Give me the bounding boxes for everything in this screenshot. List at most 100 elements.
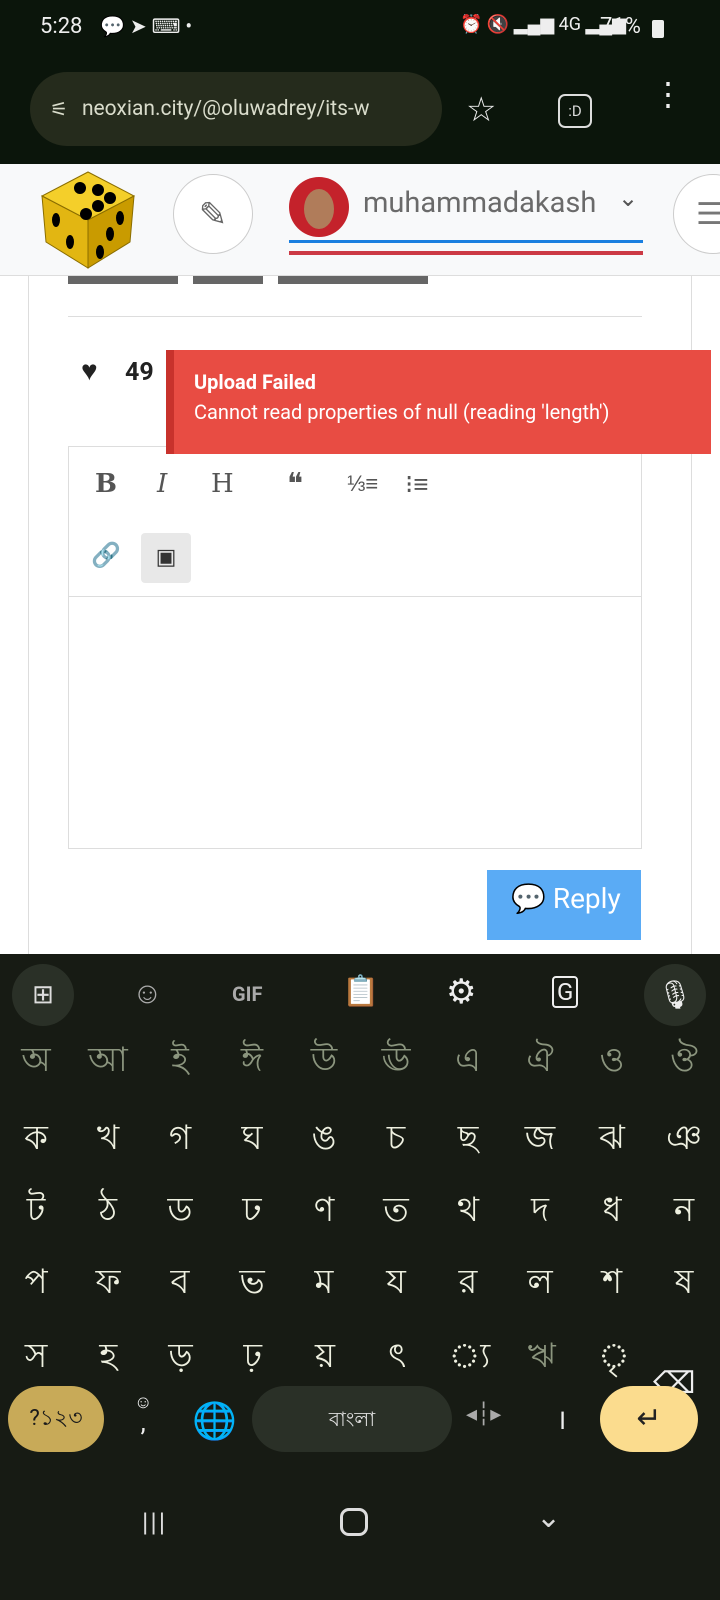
key[interactable]: ণ bbox=[289, 1184, 359, 1241]
key[interactable]: ড় bbox=[146, 1330, 216, 1387]
site-logo-dice[interactable] bbox=[40, 170, 136, 270]
apps-grid-icon[interactable]: ⊞ bbox=[12, 964, 74, 1026]
hamburger-icon: ☰ bbox=[696, 197, 720, 232]
key[interactable]: শ bbox=[577, 1256, 647, 1313]
key[interactable]: ৎ bbox=[362, 1330, 432, 1387]
unordered-list-icon[interactable]: ⁝≡ bbox=[405, 469, 428, 500]
menu-button[interactable]: ☰ bbox=[673, 174, 720, 254]
address-bar[interactable]: ⚟ neoxian.city/@oluwadrey/its-w bbox=[30, 72, 442, 146]
more-menu-icon[interactable]: ⋮ bbox=[652, 78, 684, 110]
key[interactable]: ঐ bbox=[505, 1034, 575, 1091]
home-icon[interactable] bbox=[340, 1508, 368, 1536]
cursor-move-icon[interactable]: ◂┆▸ bbox=[466, 1402, 501, 1427]
clipboard-icon[interactable]: 📋 bbox=[342, 974, 379, 1009]
key[interactable]: চ bbox=[361, 1112, 431, 1169]
key[interactable]: ঋ bbox=[507, 1330, 577, 1387]
key[interactable]: ঠ bbox=[73, 1184, 143, 1241]
browser-toolbar: ⚟ neoxian.city/@oluwadrey/its-w ☆ :D ⋮ bbox=[0, 56, 720, 164]
key[interactable]: ম bbox=[289, 1256, 359, 1313]
key[interactable]: ছ bbox=[433, 1112, 503, 1169]
key[interactable]: প bbox=[1, 1256, 71, 1313]
key[interactable]: ঢ় bbox=[218, 1330, 288, 1387]
key[interactable]: ন bbox=[649, 1184, 719, 1241]
key[interactable]: ঘ bbox=[217, 1112, 287, 1169]
username[interactable]: muhammadakash bbox=[363, 186, 596, 220]
enter-key[interactable]: ↵ bbox=[600, 1386, 698, 1452]
key[interactable]: ফ bbox=[73, 1256, 143, 1313]
heart-icon[interactable]: ♥ bbox=[81, 354, 98, 387]
key[interactable]: আ bbox=[73, 1034, 143, 1091]
key[interactable]: ই bbox=[145, 1034, 215, 1091]
tag[interactable] bbox=[193, 276, 263, 284]
key[interactable]: স bbox=[1, 1330, 71, 1387]
reply-button[interactable]: 💬 Reply bbox=[487, 870, 641, 940]
key[interactable]: উ bbox=[289, 1034, 359, 1091]
bold-button[interactable]: B bbox=[95, 469, 117, 499]
key[interactable]: গ bbox=[145, 1112, 215, 1169]
key[interactable]: দ bbox=[505, 1184, 575, 1241]
key[interactable]: ঢ bbox=[217, 1184, 287, 1241]
key[interactable]: ল bbox=[505, 1256, 575, 1313]
key[interactable]: ঙ bbox=[289, 1112, 359, 1169]
key[interactable]: র bbox=[433, 1256, 503, 1313]
key[interactable]: ঝ bbox=[577, 1112, 647, 1169]
key[interactable]: ব bbox=[145, 1256, 215, 1313]
key[interactable]: ঞ bbox=[649, 1112, 719, 1169]
key[interactable]: ঔ bbox=[649, 1034, 719, 1091]
translate-icon[interactable]: G bbox=[552, 976, 579, 1008]
url-text: neoxian.city/@oluwadrey/its-w bbox=[81, 97, 370, 121]
bookmark-star-icon[interactable]: ☆ bbox=[466, 90, 496, 130]
spacebar[interactable]: বাংলা bbox=[252, 1386, 452, 1452]
key[interactable]: ও bbox=[577, 1034, 647, 1091]
key[interactable]: ট bbox=[1, 1184, 71, 1241]
back-chevron-icon[interactable]: ⌄ bbox=[536, 1500, 561, 1535]
write-post-button[interactable]: ✎ bbox=[173, 174, 253, 254]
key[interactable]: য় bbox=[290, 1330, 360, 1387]
link-icon[interactable]: 🔗 bbox=[91, 541, 121, 569]
keyboard: ⊞ ☺ GIF 📋 ⚙ G 🎙 অআইঈউঊএঐওঔকখগঘঙচছজঝঞটঠডঢ… bbox=[0, 954, 720, 1600]
key[interactable]: জ bbox=[505, 1112, 575, 1169]
key[interactable]: ত bbox=[361, 1184, 431, 1241]
key[interactable]: এ bbox=[433, 1034, 503, 1091]
globe-icon[interactable]: 🌐 bbox=[192, 1400, 237, 1442]
key[interactable]: ভ bbox=[217, 1256, 287, 1313]
key[interactable]: ক bbox=[1, 1112, 71, 1169]
gif-button[interactable]: GIF bbox=[232, 982, 262, 1006]
progress-bar-blue bbox=[289, 240, 643, 243]
chevron-down-icon[interactable]: ⌄ bbox=[618, 184, 638, 212]
key[interactable]: ধ bbox=[577, 1184, 647, 1241]
battery-level: 71% bbox=[600, 14, 641, 39]
key[interactable]: অ bbox=[1, 1034, 71, 1091]
symbols-key[interactable]: ?১২৩ bbox=[8, 1386, 104, 1452]
italic-button[interactable]: I bbox=[157, 469, 167, 499]
key[interactable]: ড bbox=[145, 1184, 215, 1241]
key[interactable]: ্য bbox=[434, 1330, 504, 1387]
key[interactable]: খ bbox=[73, 1112, 143, 1169]
comment-icon: 💬 bbox=[511, 882, 546, 915]
heading-button[interactable]: H bbox=[211, 469, 234, 499]
tag[interactable] bbox=[68, 276, 178, 284]
settings-gear-icon[interactable]: ⚙ bbox=[446, 972, 476, 1012]
key[interactable]: থ bbox=[433, 1184, 503, 1241]
tag[interactable] bbox=[278, 276, 428, 284]
ordered-list-icon[interactable]: ⅓≡ bbox=[347, 471, 378, 497]
avatar[interactable] bbox=[289, 177, 349, 237]
sticker-icon[interactable]: ☺ bbox=[132, 976, 163, 1011]
key[interactable]: ৃ bbox=[579, 1330, 649, 1387]
tab-switcher-button[interactable]: :D bbox=[558, 94, 592, 128]
image-upload-button[interactable]: ▣ bbox=[141, 533, 191, 583]
enter-icon: ↵ bbox=[636, 1401, 662, 1436]
site-settings-icon[interactable]: ⚟ bbox=[50, 97, 68, 121]
key[interactable]: হ bbox=[73, 1330, 143, 1387]
comment-textarea[interactable] bbox=[69, 598, 641, 848]
comma-emoji-key[interactable]: ☺, bbox=[134, 1390, 152, 1437]
microphone-icon[interactable]: 🎙 bbox=[644, 964, 706, 1026]
key[interactable]: ঊ bbox=[361, 1034, 431, 1091]
key[interactable]: ষ bbox=[649, 1256, 719, 1313]
key[interactable]: ঈ bbox=[217, 1034, 287, 1091]
recent-apps-icon[interactable]: ||| bbox=[142, 1508, 167, 1538]
key[interactable]: য bbox=[361, 1256, 431, 1313]
danda-key[interactable]: । bbox=[556, 1400, 567, 1438]
quote-button[interactable]: ❝ bbox=[287, 467, 303, 502]
error-toast[interactable]: Upload Failed Cannot read properties of … bbox=[166, 350, 711, 454]
